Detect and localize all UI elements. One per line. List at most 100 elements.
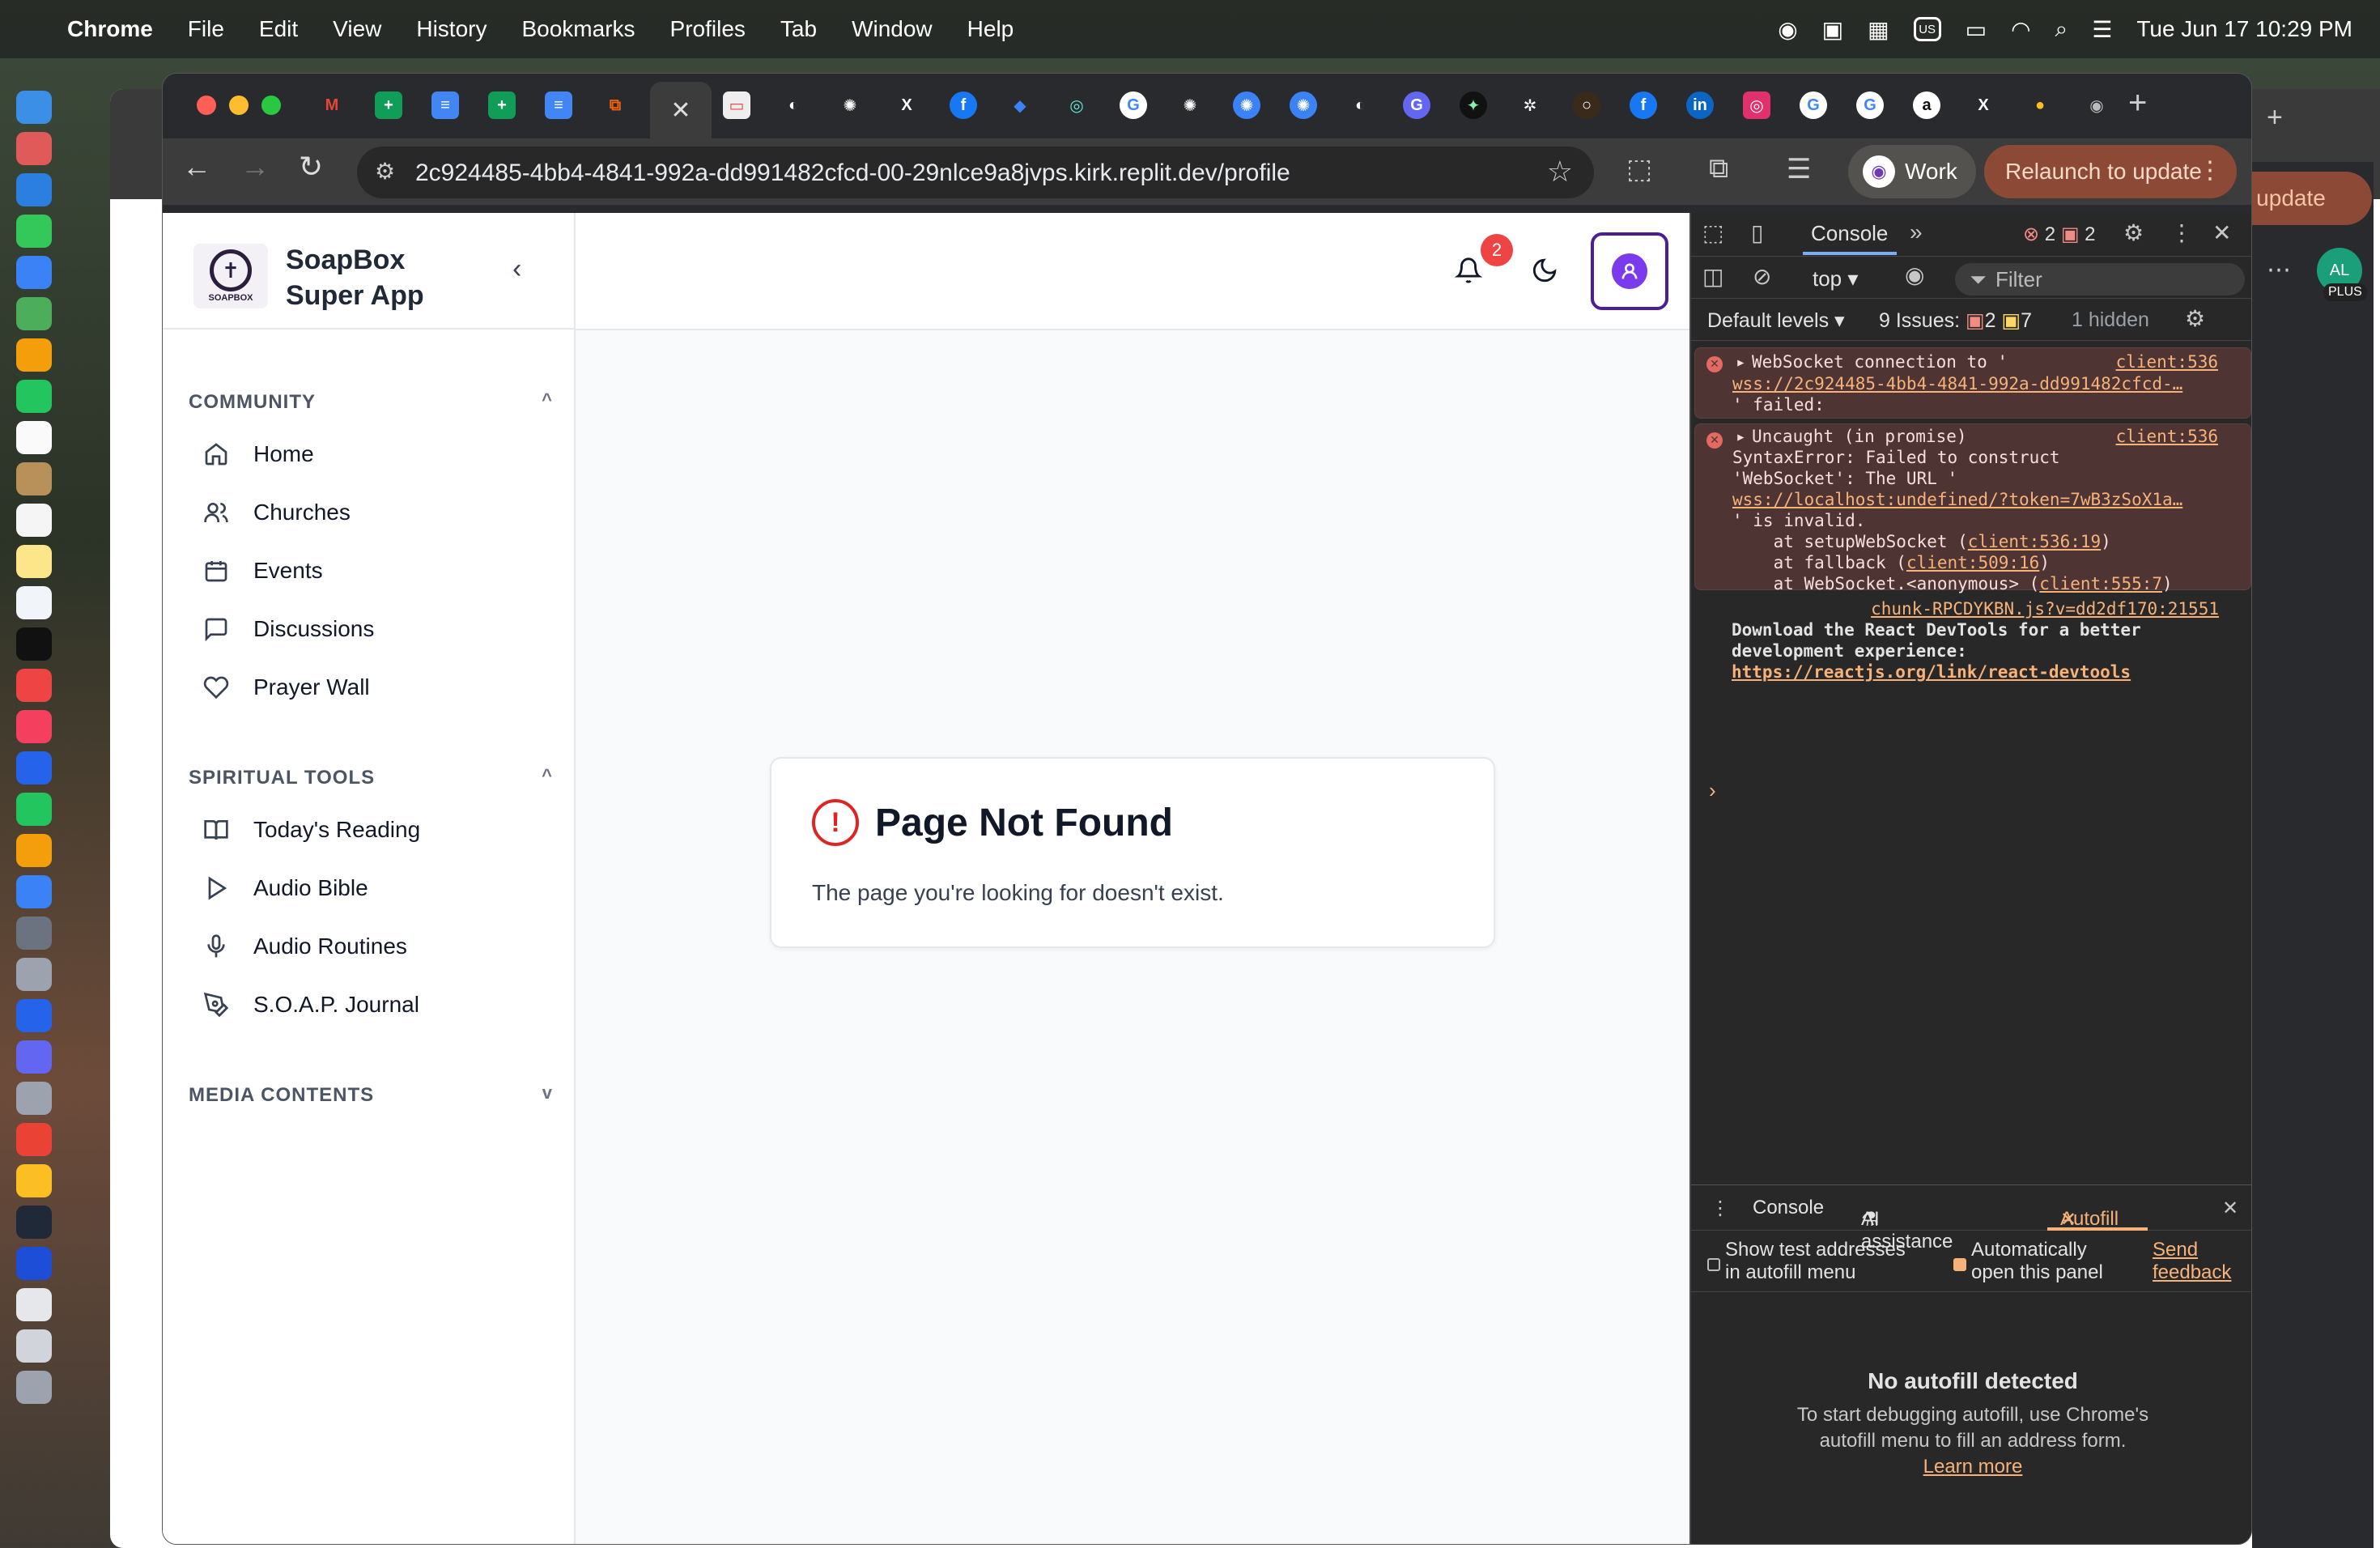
sidebar-item-events[interactable]: Events (203, 546, 323, 595)
console-log-react-devtools[interactable]: chunk-RPCDYKBN.js?v=dd2df170:21551 Downl… (1694, 593, 2251, 691)
terminal-icon[interactable] (16, 1206, 52, 1239)
inspect-element-icon[interactable]: ⬚ (1702, 219, 1723, 246)
tab-g-icon[interactable]: G (1403, 91, 1430, 119)
learn-more-link[interactable]: Learn more (1923, 1456, 2023, 1478)
tab-x-icon-2[interactable]: X (1970, 91, 1997, 119)
tab-facebook-icon-2[interactable]: f (1630, 91, 1657, 119)
tab-amazon-icon[interactable]: a (1913, 91, 1940, 119)
reminders-icon[interactable] (16, 504, 52, 537)
tv-icon[interactable] (16, 627, 52, 661)
safari-icon[interactable] (16, 173, 52, 206)
menu-tab[interactable]: Tab (780, 16, 817, 42)
settings-icon[interactable]: ⚙ (2123, 219, 2144, 246)
tab-gemini-icon-2[interactable]: ✺ (1290, 91, 1317, 119)
show-test-addresses-checkbox[interactable] (1707, 1258, 1720, 1271)
background-new-tab-icon[interactable]: + (2267, 102, 2283, 134)
chrome-canary-icon[interactable] (16, 1164, 52, 1197)
zoom-window-button[interactable] (261, 96, 281, 115)
documents-icon[interactable] (16, 1288, 52, 1321)
menu-file[interactable]: File (188, 16, 224, 42)
notes-icon[interactable] (16, 545, 52, 578)
section-spiritual-tools[interactable]: SPIRITUAL TOOLS ^ (189, 765, 553, 789)
new-tab-icon[interactable]: + (2128, 85, 2147, 121)
url-text[interactable]: 2c924485-4bb4-4841-992a-dd991482cfcd-00-… (415, 159, 1290, 187)
stack-frame-link[interactable]: client:536:19 (1968, 532, 2101, 551)
tab-x-icon[interactable]: X (893, 91, 920, 119)
tab-perplexity-icon[interactable]: ◎ (1063, 91, 1090, 119)
console-filter-input[interactable]: ⏷ Filter (1955, 263, 2245, 296)
drawer-tab-console[interactable]: Console (1753, 1197, 1824, 1219)
tab-github-icon[interactable]: ◐ (780, 91, 807, 119)
msg3-source-link[interactable]: chunk-RPCDYKBN.js?v=dd2df170:21551 (1871, 598, 2219, 620)
finder-icon[interactable] (16, 91, 52, 124)
send-feedback-link[interactable]: Send feedback (2153, 1239, 2231, 1284)
tab-github-icon-2[interactable]: ◐ (1346, 91, 1374, 119)
sidebar-toggle-icon[interactable]: ◫ (1702, 263, 1723, 290)
tab-app-icon-2[interactable]: ○ (1573, 91, 1600, 119)
sidebar-item-audio-bible[interactable]: Audio Bible (203, 864, 368, 912)
collapse-sidebar-icon[interactable]: ‹ (512, 253, 521, 285)
1password-icon[interactable] (16, 1247, 52, 1280)
tab-facebook-icon[interactable]: f (950, 91, 977, 119)
bell-icon[interactable] (1455, 255, 1482, 286)
chevron-up-icon[interactable]: ^ (542, 765, 553, 786)
section-media-contents[interactable]: MEDIA CONTENTS v (189, 1082, 553, 1107)
profile-button[interactable]: ◉ Work (1848, 145, 1976, 198)
tab-sheets-icon-2[interactable]: + (488, 91, 516, 119)
menu-view[interactable]: View (333, 16, 381, 42)
tab-gemini-icon[interactable]: ✺ (1233, 91, 1260, 119)
address-bar[interactable]: ⚙ 2c924485-4bb4-4841-992a-dd991482cfcd-0… (357, 147, 1594, 198)
eye-icon[interactable]: ◉ (1905, 262, 1924, 288)
stack-frame-link[interactable]: client:555:7 (2039, 574, 2162, 593)
spotlight-search-icon[interactable]: ⌕ (2055, 16, 2068, 43)
stack-frame-link[interactable]: client:509:16 (1906, 553, 2039, 572)
tab-instagram-icon[interactable]: ◎ (1743, 91, 1770, 119)
music-icon[interactable] (16, 669, 52, 702)
log-levels-dropdown[interactable]: Default levels ▾ (1707, 308, 1845, 333)
tab-doc-icon[interactable]: ▭ (723, 91, 750, 119)
tab-bug-icon[interactable]: ✲ (1516, 91, 1544, 119)
messages-icon[interactable] (16, 215, 52, 248)
console-error-websocket[interactable]: ✕ ▸ WebSocket connection to ' client:536… (1694, 347, 2251, 419)
tab-replit-icon[interactable]: ⧉ (601, 91, 629, 119)
console-prompt-icon[interactable]: › (1709, 778, 1716, 803)
bookmark-star-icon[interactable]: ☆ (1547, 155, 1573, 189)
minimize-window-button[interactable] (229, 96, 249, 115)
tab-google-icon-3[interactable]: G (1856, 91, 1884, 119)
background-more-icon[interactable]: ⋯ (2267, 256, 2291, 284)
clear-console-icon[interactable]: ⊘ (1753, 263, 1771, 290)
freeform-icon[interactable] (16, 586, 52, 619)
maps-icon[interactable] (16, 297, 52, 330)
numbers-icon[interactable] (16, 793, 52, 826)
menubar-clock[interactable]: Tue Jun 17 10:29 PM (2136, 16, 2352, 42)
contacts-icon[interactable] (16, 462, 52, 495)
relaunch-button[interactable]: Relaunch to update ⋮ (1984, 145, 2237, 198)
extensions-icon[interactable]: ⬚ (1626, 153, 1652, 185)
more-tabs-icon[interactable]: » (1910, 219, 1923, 245)
outlook-icon[interactable]: ▣ (1822, 16, 1843, 43)
menu-help[interactable]: Help (967, 16, 1014, 42)
device-toolbar-icon[interactable]: ▯ (1751, 219, 1763, 246)
sidebar-item-audio-routines[interactable]: Audio Routines (203, 922, 407, 971)
media-queue-icon[interactable]: ☰ (1787, 153, 1811, 185)
menu-bookmarks[interactable]: Bookmarks (521, 16, 635, 42)
expand-triangle-icon[interactable]: ▸ (1736, 426, 1746, 448)
tab-chrome-icon[interactable]: ◉ (2083, 91, 2110, 119)
outlook-dock-icon[interactable] (16, 999, 52, 1032)
chevron-down-icon[interactable]: v (542, 1082, 553, 1104)
wifi-icon[interactable]: ◠ (2011, 16, 2030, 43)
facetime-icon[interactable] (16, 380, 52, 413)
tab-console[interactable]: Console (1811, 221, 1888, 246)
soapbox-logo[interactable]: ✝ SOAPBOX (193, 244, 268, 308)
tab-google-icon-2[interactable]: G (1800, 91, 1827, 119)
console-error-syntax[interactable]: ✕ ▸ Uncaught (in promise) client:536 Syn… (1694, 423, 2251, 593)
pages-icon[interactable] (16, 834, 52, 867)
teams-icon[interactable]: ▦ (1868, 16, 1889, 43)
system-settings-icon[interactable] (16, 916, 52, 950)
teams-dock-icon[interactable] (16, 1040, 52, 1074)
preview-icon[interactable] (16, 1082, 52, 1115)
close-drawer-icon[interactable]: ✕ (2222, 1197, 2238, 1220)
keynote-icon[interactable] (16, 751, 52, 785)
sidebar-item-churches[interactable]: Churches (203, 488, 351, 537)
tab-openai-icon-2[interactable]: ✺ (1176, 91, 1204, 119)
